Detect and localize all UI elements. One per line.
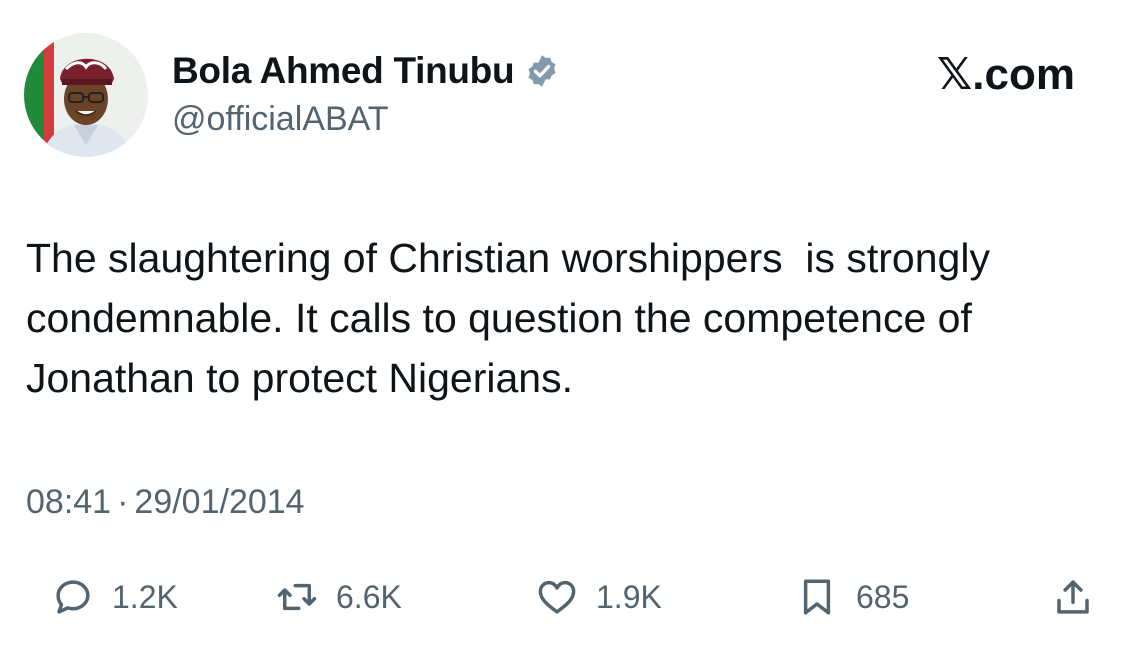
brand-label: 𝕏.com [936,49,1075,99]
reply-icon [52,576,94,618]
bookmark-button[interactable]: 685 [796,572,909,622]
tweet-time: 08:41 [26,483,112,521]
share-icon [1052,576,1094,618]
like-count: 1.9K [596,578,662,615]
reply-button[interactable]: 1.2K [52,572,178,622]
heart-icon [536,576,578,618]
author-name-row: Bola Ahmed Tinubu [172,46,560,96]
retweet-icon [276,576,318,618]
retweet-button[interactable]: 6.6K [276,572,402,622]
tweet-text: The slaughtering of Christian worshipper… [26,235,1002,401]
tweet-actions: 1.2K 6.6K 1.9K 685 [34,572,1094,622]
profile-photo [24,33,148,157]
avatar[interactable] [24,33,148,157]
tweet-date: 29/01/2014 [134,483,305,521]
tweet-timestamp[interactable]: 08:41 · 29/01/2014 [26,483,305,522]
share-button[interactable] [1052,572,1094,622]
author-handle[interactable]: @officialABAT [172,100,389,139]
bookmark-icon [796,576,838,618]
retweet-count: 6.6K [336,578,402,615]
verified-badge-icon [524,53,560,89]
timestamp-separator: · [117,483,129,521]
like-button[interactable]: 1.9K [536,572,662,622]
display-name[interactable]: Bola Ahmed Tinubu [172,50,515,92]
bookmark-count: 685 [856,578,910,615]
reply-count: 1.2K [112,578,178,615]
